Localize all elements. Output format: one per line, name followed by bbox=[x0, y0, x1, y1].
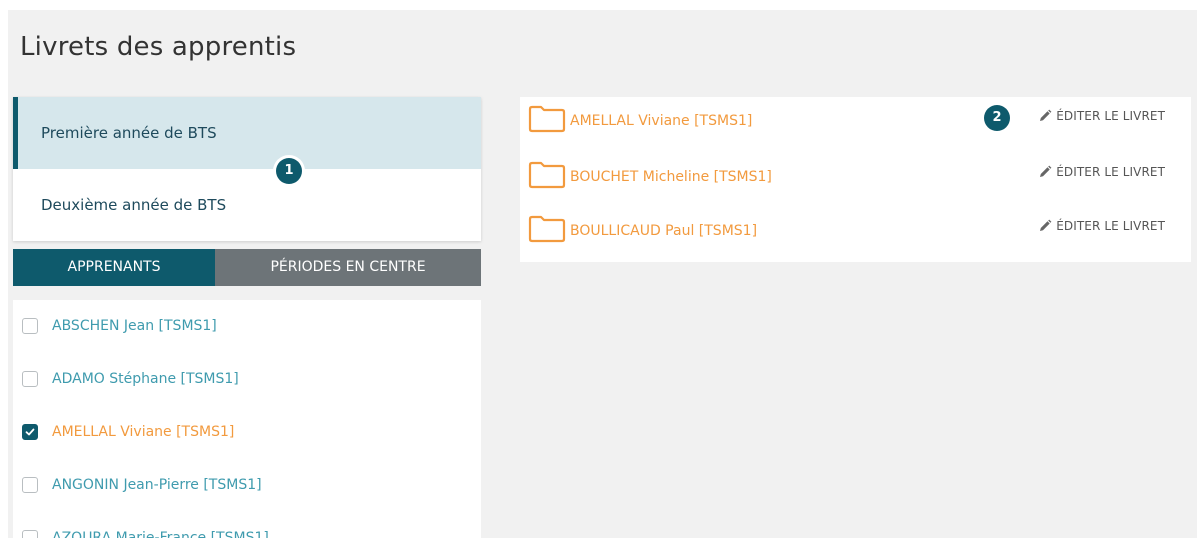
year-list: Première année de BTS Deuxième année de … bbox=[13, 97, 481, 241]
pencil-icon bbox=[1040, 165, 1052, 177]
folder-icon bbox=[528, 105, 566, 133]
page-title: Livrets des apprentis bbox=[20, 32, 297, 62]
learner-checkbox[interactable] bbox=[22, 477, 38, 493]
booklet-panel: AMELLAL Viviane [TSMS1] ÉDITER LE LIVRET… bbox=[520, 97, 1191, 262]
tab-bar: APPRENANTS PÉRIODES EN CENTRE bbox=[13, 249, 481, 286]
check-icon bbox=[25, 428, 35, 436]
learner-name: ADAMO Stéphane [TSMS1] bbox=[52, 371, 239, 387]
booklet-row: BOULLICAUD Paul [TSMS1] ÉDITER LE LIVRET bbox=[520, 209, 1191, 249]
learner-item[interactable]: AZOURA Marie-France [TSMS1] bbox=[13, 523, 481, 538]
booklet-row: BOUCHET Micheline [TSMS1] ÉDITER LE LIVR… bbox=[520, 155, 1191, 195]
booklet-name[interactable]: AMELLAL Viviane [TSMS1] bbox=[570, 113, 752, 129]
pencil-icon bbox=[1040, 109, 1052, 121]
callout-badge-1: 1 bbox=[276, 158, 302, 184]
learner-list: ABSCHEN Jean [TSMS1] ADAMO Stéphane [TSM… bbox=[13, 300, 481, 538]
tab-learners[interactable]: APPRENANTS bbox=[13, 249, 215, 286]
learner-name: AZOURA Marie-France [TSMS1] bbox=[52, 530, 269, 538]
learner-checkbox[interactable] bbox=[22, 530, 38, 538]
pencil-icon bbox=[1040, 219, 1052, 231]
booklet-name[interactable]: BOULLICAUD Paul [TSMS1] bbox=[570, 223, 757, 239]
edit-booklet-label: ÉDITER LE LIVRET bbox=[1056, 165, 1165, 179]
folder-icon bbox=[528, 161, 566, 189]
edit-booklet-button[interactable]: ÉDITER LE LIVRET bbox=[1038, 219, 1165, 233]
learner-checkbox[interactable] bbox=[22, 371, 38, 387]
year-item-second[interactable]: Deuxième année de BTS bbox=[13, 169, 481, 241]
tab-periods[interactable]: PÉRIODES EN CENTRE bbox=[215, 249, 481, 286]
learner-item[interactable]: ABSCHEN Jean [TSMS1] bbox=[13, 311, 481, 341]
booklet-name[interactable]: BOUCHET Micheline [TSMS1] bbox=[570, 169, 772, 185]
edit-booklet-label: ÉDITER LE LIVRET bbox=[1056, 109, 1165, 123]
learner-item[interactable]: ANGONIN Jean-Pierre [TSMS1] bbox=[13, 470, 481, 500]
app-window: Livrets des apprentis Première année de … bbox=[8, 10, 1197, 538]
edit-booklet-button[interactable]: ÉDITER LE LIVRET bbox=[1038, 165, 1165, 179]
learner-name: ABSCHEN Jean [TSMS1] bbox=[52, 318, 217, 334]
booklet-row: AMELLAL Viviane [TSMS1] ÉDITER LE LIVRET bbox=[520, 99, 1191, 139]
learner-item[interactable]: AMELLAL Viviane [TSMS1] bbox=[13, 417, 481, 447]
edit-booklet-label: ÉDITER LE LIVRET bbox=[1056, 219, 1165, 233]
folder-icon bbox=[528, 215, 566, 243]
learner-checkbox[interactable] bbox=[22, 318, 38, 334]
learner-name: ANGONIN Jean-Pierre [TSMS1] bbox=[52, 477, 262, 493]
edit-booklet-button[interactable]: ÉDITER LE LIVRET bbox=[1038, 109, 1165, 123]
learner-item[interactable]: ADAMO Stéphane [TSMS1] bbox=[13, 364, 481, 394]
learner-name: AMELLAL Viviane [TSMS1] bbox=[52, 424, 235, 440]
learner-checkbox[interactable] bbox=[22, 424, 38, 440]
callout-badge-2: 2 bbox=[984, 105, 1010, 131]
year-item-first[interactable]: Première année de BTS bbox=[13, 97, 481, 169]
